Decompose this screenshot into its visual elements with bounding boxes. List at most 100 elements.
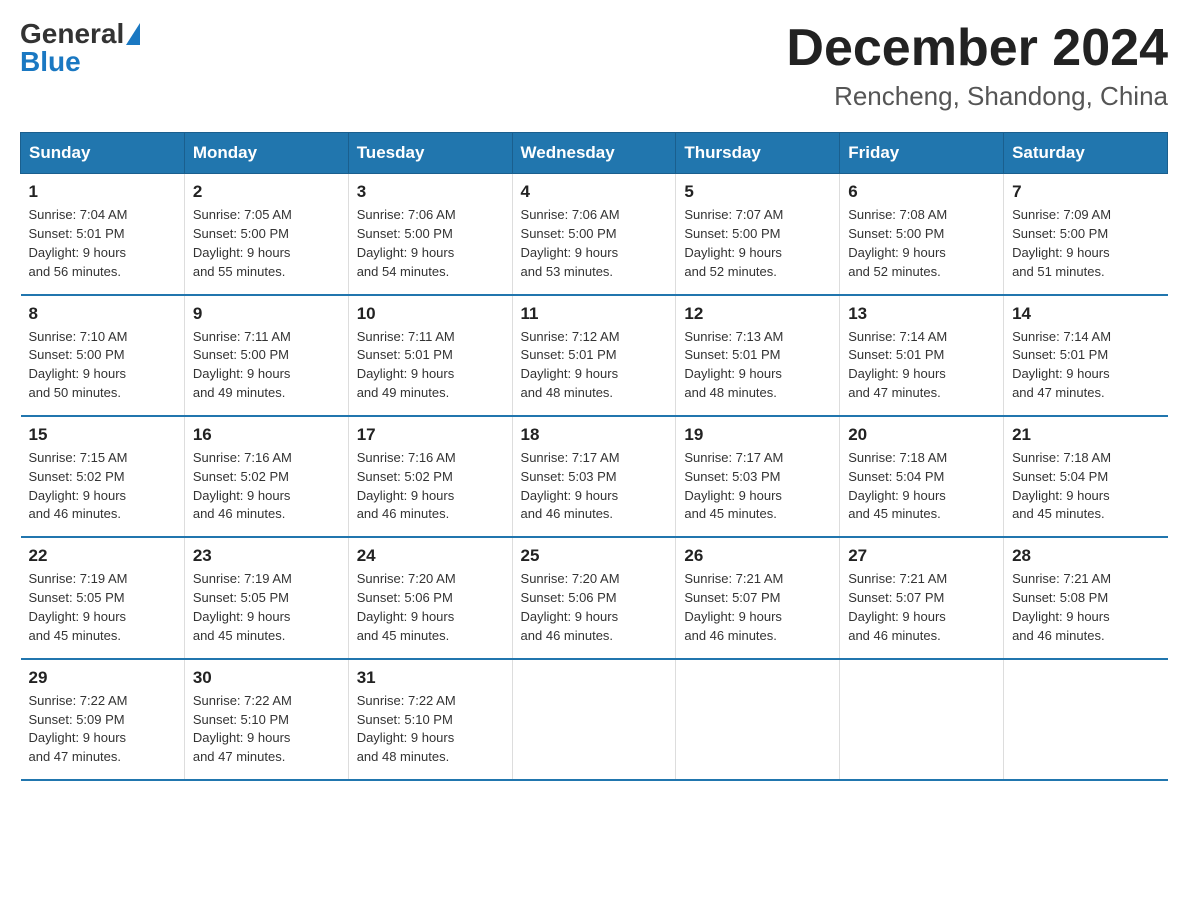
calendar-cell: 24 Sunrise: 7:20 AM Sunset: 5:06 PM Dayl… <box>348 537 512 658</box>
calendar-cell: 18 Sunrise: 7:17 AM Sunset: 5:03 PM Dayl… <box>512 416 676 537</box>
month-title: December 2024 <box>786 20 1168 77</box>
logo-general-text: General <box>20 20 124 48</box>
day-number: 15 <box>29 425 176 445</box>
calendar-cell: 16 Sunrise: 7:16 AM Sunset: 5:02 PM Dayl… <box>184 416 348 537</box>
day-number: 21 <box>1012 425 1159 445</box>
calendar-cell: 14 Sunrise: 7:14 AM Sunset: 5:01 PM Dayl… <box>1004 295 1168 416</box>
day-info: Sunrise: 7:21 AM Sunset: 5:07 PM Dayligh… <box>684 570 831 645</box>
day-number: 20 <box>848 425 995 445</box>
calendar-week-row: 22 Sunrise: 7:19 AM Sunset: 5:05 PM Dayl… <box>21 537 1168 658</box>
calendar-cell: 21 Sunrise: 7:18 AM Sunset: 5:04 PM Dayl… <box>1004 416 1168 537</box>
day-number: 16 <box>193 425 340 445</box>
calendar-cell <box>840 659 1004 780</box>
col-header-wednesday: Wednesday <box>512 133 676 174</box>
calendar-cell: 3 Sunrise: 7:06 AM Sunset: 5:00 PM Dayli… <box>348 174 512 295</box>
day-number: 2 <box>193 182 340 202</box>
calendar-cell: 27 Sunrise: 7:21 AM Sunset: 5:07 PM Dayl… <box>840 537 1004 658</box>
calendar-cell: 22 Sunrise: 7:19 AM Sunset: 5:05 PM Dayl… <box>21 537 185 658</box>
day-info: Sunrise: 7:14 AM Sunset: 5:01 PM Dayligh… <box>1012 328 1159 403</box>
day-number: 6 <box>848 182 995 202</box>
calendar-cell: 30 Sunrise: 7:22 AM Sunset: 5:10 PM Dayl… <box>184 659 348 780</box>
col-header-friday: Friday <box>840 133 1004 174</box>
day-number: 29 <box>29 668 176 688</box>
day-info: Sunrise: 7:22 AM Sunset: 5:10 PM Dayligh… <box>357 692 504 767</box>
col-header-thursday: Thursday <box>676 133 840 174</box>
logo: General Blue <box>20 20 140 76</box>
day-number: 5 <box>684 182 831 202</box>
calendar-cell: 28 Sunrise: 7:21 AM Sunset: 5:08 PM Dayl… <box>1004 537 1168 658</box>
calendar-cell: 20 Sunrise: 7:18 AM Sunset: 5:04 PM Dayl… <box>840 416 1004 537</box>
calendar-cell <box>512 659 676 780</box>
calendar-table: SundayMondayTuesdayWednesdayThursdayFrid… <box>20 132 1168 781</box>
day-info: Sunrise: 7:15 AM Sunset: 5:02 PM Dayligh… <box>29 449 176 524</box>
day-info: Sunrise: 7:16 AM Sunset: 5:02 PM Dayligh… <box>193 449 340 524</box>
col-header-tuesday: Tuesday <box>348 133 512 174</box>
day-info: Sunrise: 7:09 AM Sunset: 5:00 PM Dayligh… <box>1012 206 1159 281</box>
day-info: Sunrise: 7:21 AM Sunset: 5:08 PM Dayligh… <box>1012 570 1159 645</box>
day-info: Sunrise: 7:18 AM Sunset: 5:04 PM Dayligh… <box>1012 449 1159 524</box>
day-info: Sunrise: 7:06 AM Sunset: 5:00 PM Dayligh… <box>521 206 668 281</box>
day-info: Sunrise: 7:07 AM Sunset: 5:00 PM Dayligh… <box>684 206 831 281</box>
day-info: Sunrise: 7:20 AM Sunset: 5:06 PM Dayligh… <box>521 570 668 645</box>
day-number: 23 <box>193 546 340 566</box>
day-info: Sunrise: 7:12 AM Sunset: 5:01 PM Dayligh… <box>521 328 668 403</box>
calendar-week-row: 8 Sunrise: 7:10 AM Sunset: 5:00 PM Dayli… <box>21 295 1168 416</box>
calendar-cell: 5 Sunrise: 7:07 AM Sunset: 5:00 PM Dayli… <box>676 174 840 295</box>
day-number: 22 <box>29 546 176 566</box>
calendar-cell: 29 Sunrise: 7:22 AM Sunset: 5:09 PM Dayl… <box>21 659 185 780</box>
day-number: 17 <box>357 425 504 445</box>
day-number: 1 <box>29 182 176 202</box>
day-info: Sunrise: 7:08 AM Sunset: 5:00 PM Dayligh… <box>848 206 995 281</box>
col-header-saturday: Saturday <box>1004 133 1168 174</box>
day-info: Sunrise: 7:11 AM Sunset: 5:01 PM Dayligh… <box>357 328 504 403</box>
calendar-cell: 6 Sunrise: 7:08 AM Sunset: 5:00 PM Dayli… <box>840 174 1004 295</box>
day-info: Sunrise: 7:04 AM Sunset: 5:01 PM Dayligh… <box>29 206 176 281</box>
day-info: Sunrise: 7:13 AM Sunset: 5:01 PM Dayligh… <box>684 328 831 403</box>
calendar-cell: 9 Sunrise: 7:11 AM Sunset: 5:00 PM Dayli… <box>184 295 348 416</box>
calendar-header-row: SundayMondayTuesdayWednesdayThursdayFrid… <box>21 133 1168 174</box>
day-number: 10 <box>357 304 504 324</box>
day-number: 12 <box>684 304 831 324</box>
day-number: 3 <box>357 182 504 202</box>
day-number: 11 <box>521 304 668 324</box>
day-number: 25 <box>521 546 668 566</box>
day-number: 28 <box>1012 546 1159 566</box>
page-header: General Blue December 2024 Rencheng, Sha… <box>20 20 1168 112</box>
day-number: 26 <box>684 546 831 566</box>
col-header-monday: Monday <box>184 133 348 174</box>
calendar-cell: 31 Sunrise: 7:22 AM Sunset: 5:10 PM Dayl… <box>348 659 512 780</box>
location-title: Rencheng, Shandong, China <box>786 81 1168 112</box>
day-number: 8 <box>29 304 176 324</box>
calendar-week-row: 29 Sunrise: 7:22 AM Sunset: 5:09 PM Dayl… <box>21 659 1168 780</box>
calendar-week-row: 1 Sunrise: 7:04 AM Sunset: 5:01 PM Dayli… <box>21 174 1168 295</box>
calendar-cell: 23 Sunrise: 7:19 AM Sunset: 5:05 PM Dayl… <box>184 537 348 658</box>
day-number: 9 <box>193 304 340 324</box>
day-info: Sunrise: 7:14 AM Sunset: 5:01 PM Dayligh… <box>848 328 995 403</box>
day-info: Sunrise: 7:16 AM Sunset: 5:02 PM Dayligh… <box>357 449 504 524</box>
logo-triangle-icon <box>126 23 140 45</box>
calendar-cell: 15 Sunrise: 7:15 AM Sunset: 5:02 PM Dayl… <box>21 416 185 537</box>
day-info: Sunrise: 7:20 AM Sunset: 5:06 PM Dayligh… <box>357 570 504 645</box>
calendar-cell <box>1004 659 1168 780</box>
day-info: Sunrise: 7:17 AM Sunset: 5:03 PM Dayligh… <box>684 449 831 524</box>
day-number: 30 <box>193 668 340 688</box>
calendar-cell: 1 Sunrise: 7:04 AM Sunset: 5:01 PM Dayli… <box>21 174 185 295</box>
day-number: 13 <box>848 304 995 324</box>
day-info: Sunrise: 7:17 AM Sunset: 5:03 PM Dayligh… <box>521 449 668 524</box>
calendar-cell: 19 Sunrise: 7:17 AM Sunset: 5:03 PM Dayl… <box>676 416 840 537</box>
day-info: Sunrise: 7:06 AM Sunset: 5:00 PM Dayligh… <box>357 206 504 281</box>
day-info: Sunrise: 7:11 AM Sunset: 5:00 PM Dayligh… <box>193 328 340 403</box>
calendar-cell: 8 Sunrise: 7:10 AM Sunset: 5:00 PM Dayli… <box>21 295 185 416</box>
calendar-week-row: 15 Sunrise: 7:15 AM Sunset: 5:02 PM Dayl… <box>21 416 1168 537</box>
calendar-cell: 25 Sunrise: 7:20 AM Sunset: 5:06 PM Dayl… <box>512 537 676 658</box>
day-number: 14 <box>1012 304 1159 324</box>
day-number: 7 <box>1012 182 1159 202</box>
day-number: 24 <box>357 546 504 566</box>
calendar-cell: 17 Sunrise: 7:16 AM Sunset: 5:02 PM Dayl… <box>348 416 512 537</box>
col-header-sunday: Sunday <box>21 133 185 174</box>
day-number: 27 <box>848 546 995 566</box>
day-info: Sunrise: 7:21 AM Sunset: 5:07 PM Dayligh… <box>848 570 995 645</box>
calendar-cell <box>676 659 840 780</box>
calendar-cell: 26 Sunrise: 7:21 AM Sunset: 5:07 PM Dayl… <box>676 537 840 658</box>
day-number: 4 <box>521 182 668 202</box>
